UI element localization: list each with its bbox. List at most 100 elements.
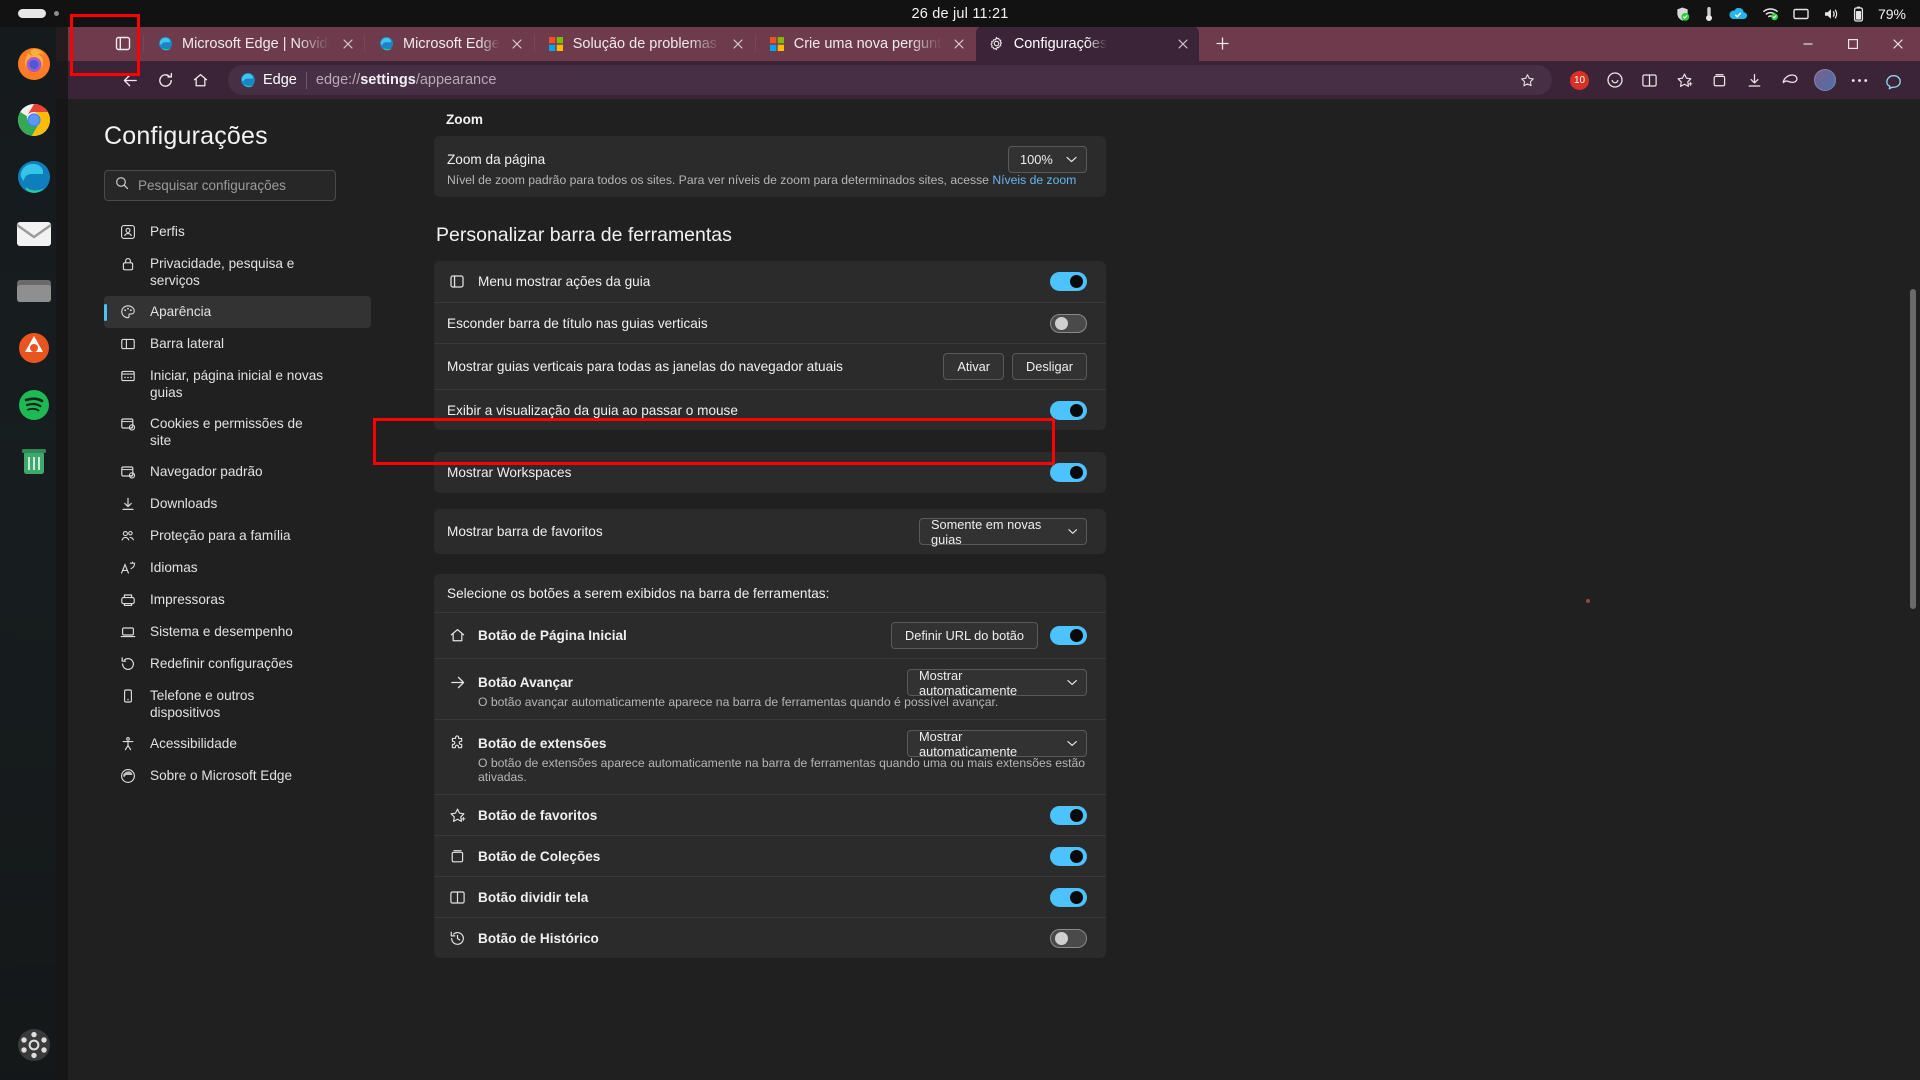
wifi-icon[interactable] <box>1762 6 1779 21</box>
workspaces-card: Mostrar Workspaces <box>434 452 1106 493</box>
browser-tab[interactable]: Microsoft Edge | Novidades <box>144 26 364 61</box>
close-icon[interactable] <box>1174 35 1191 52</box>
sidebar-item-navegador-padrao[interactable]: Navegador padrão <box>104 456 371 488</box>
tray-extra-icon[interactable] <box>1793 7 1809 21</box>
sidebar-item-label: Acessibilidade <box>150 736 237 751</box>
split-screen-icon[interactable] <box>1633 65 1666 96</box>
split-screen-icon <box>447 887 468 908</box>
zoom-section-heading: Zoom <box>446 112 483 127</box>
browser-essentials-icon[interactable] <box>1773 65 1806 96</box>
dock-item-files[interactable] <box>12 269 56 313</box>
close-icon[interactable] <box>730 35 747 52</box>
scrollbar-thumb[interactable] <box>1910 289 1916 609</box>
system-clock[interactable]: 26 de jul 11:21 <box>911 6 1008 22</box>
thermometer-icon[interactable] <box>1704 6 1714 22</box>
gear-icon <box>989 36 1005 52</box>
toggle-favorites-button[interactable] <box>1050 805 1087 825</box>
sidebar-item-label: Navegador padrão <box>150 464 263 479</box>
sidebar-item-privacidade[interactable]: Privacidade, pesquisa e serviços <box>104 248 371 296</box>
collections-icon[interactable] <box>1703 65 1736 96</box>
sidebar-item-perfis[interactable]: Perfis <box>104 216 371 248</box>
battery-icon[interactable] <box>1853 6 1864 22</box>
dock-item-spotify[interactable] <box>12 383 56 427</box>
sidebar-item-redefinir-configuracoes[interactable]: Redefinir configurações <box>104 648 371 680</box>
toggle-show-workspaces[interactable] <box>1050 463 1087 482</box>
shield-check-icon[interactable] <box>1675 6 1690 22</box>
speaker-icon[interactable] <box>1823 7 1839 21</box>
browser-tab[interactable]: Solução de problemas - Su <box>535 26 755 61</box>
enable-vertical-tabs-button[interactable]: Ativar <box>943 353 1005 380</box>
content-scrollbar[interactable] <box>1908 99 1918 1080</box>
toggle-home-button[interactable] <box>1050 626 1087 645</box>
profile-avatar[interactable] <box>1808 65 1841 96</box>
tab-title: Crie uma nova pergunta o <box>793 35 942 52</box>
row-home-button: Botão de Página Inicial Definir URL do b… <box>434 612 1106 658</box>
row-vertical-tabs-all-windows: Mostrar guias verticais para todas as ja… <box>434 343 1106 389</box>
dock-item-trash[interactable] <box>12 440 56 484</box>
more-icon[interactable] <box>1843 65 1876 96</box>
sidebar-item-aparencia[interactable]: Aparência <box>104 296 371 328</box>
tab-actions-button[interactable] <box>103 26 143 61</box>
forward-button-select[interactable]: Mostrar automaticamente <box>907 668 1087 698</box>
toggle-tab-hover-preview[interactable] <box>1050 400 1087 420</box>
onedrive-cloud-icon[interactable] <box>1728 7 1748 21</box>
browser-tab[interactable]: Microsoft Edge <box>365 26 534 61</box>
toggle-history-button[interactable] <box>1050 928 1087 948</box>
home-button[interactable] <box>184 65 217 96</box>
back-button[interactable] <box>114 65 147 96</box>
omnibox-brand: Edge <box>240 72 297 88</box>
minimize-button[interactable] <box>1785 26 1830 61</box>
new-tab-button[interactable] <box>1207 28 1237 58</box>
sidebar-item-barra-lateral[interactable]: Barra lateral <box>104 328 371 360</box>
extension-badge-icon[interactable]: 10 <box>1563 65 1596 96</box>
star-icon[interactable] <box>1514 67 1540 93</box>
favorites-icon[interactable] <box>1668 65 1701 96</box>
toggle-menu-tab-actions[interactable] <box>1050 272 1087 291</box>
tab-title: Microsoft Edge | Novidades <box>182 35 330 52</box>
sidebar-item-sobre-edge[interactable]: Sobre o Microsoft Edge <box>104 760 371 792</box>
dock-item-thunderbird[interactable] <box>12 212 56 256</box>
sidebar-item-impressoras[interactable]: Impressoras <box>104 584 371 616</box>
close-button[interactable] <box>1875 26 1920 61</box>
close-icon[interactable] <box>339 35 356 52</box>
sidebar-item-telefone-dispositivos[interactable]: Telefone e outros dispositivos <box>104 680 371 728</box>
sidebar-item-protecao-familia[interactable]: Proteção para a família <box>104 520 371 552</box>
disable-vertical-tabs-button[interactable]: Desligar <box>1012 353 1087 380</box>
dock-item-firefox[interactable] <box>12 41 56 85</box>
browser-tab-active[interactable]: Configurações <box>975 26 1200 61</box>
dock-item-ubuntu-software[interactable] <box>12 326 56 370</box>
copilot-icon[interactable] <box>1878 65 1908 95</box>
window-controls <box>1785 26 1920 61</box>
page-title: Configurações <box>104 122 268 150</box>
address-bar[interactable]: Edge edge://settings/appearance <box>228 65 1552 95</box>
close-icon[interactable] <box>951 35 968 52</box>
activities-button[interactable] <box>18 9 59 18</box>
zoom-level-select[interactable]: 100% <box>1008 145 1087 173</box>
downloads-icon[interactable] <box>1738 65 1771 96</box>
sidebar-item-sistema-desempenho[interactable]: Sistema e desempenho <box>104 616 371 648</box>
dock-item-edge[interactable] <box>12 155 56 199</box>
copilot-bubble-icon[interactable] <box>1598 65 1631 96</box>
sidebar-item-cookies[interactable]: Cookies e permissões de site <box>104 408 371 456</box>
toggle-collections-button[interactable] <box>1050 846 1087 866</box>
row-label: Botão de Coleções <box>478 848 601 864</box>
toggle-hide-title-bar[interactable] <box>1050 313 1087 333</box>
edge-icon <box>157 36 173 52</box>
zoom-levels-link[interactable]: Níveis de zoom <box>992 173 1076 187</box>
browser-tab[interactable]: Crie uma nova pergunta o <box>756 26 976 61</box>
toggle-split-screen-button[interactable] <box>1050 887 1087 907</box>
refresh-button[interactable] <box>149 65 182 96</box>
set-home-url-button[interactable]: Definir URL do botão <box>890 622 1038 649</box>
sidebar-item-acessibilidade[interactable]: Acessibilidade <box>104 728 371 760</box>
sidebar-item-iniciar-pagina-inicial[interactable]: Iniciar, página inicial e novas guias <box>104 360 371 408</box>
maximize-button[interactable] <box>1830 26 1875 61</box>
close-icon[interactable] <box>509 35 526 52</box>
battery-percent-label: 79% <box>1877 5 1906 22</box>
sidebar-item-idiomas[interactable]: Idiomas <box>104 552 371 584</box>
favorites-bar-select[interactable]: Somente em novas guias <box>919 517 1087 547</box>
dock-item-chrome[interactable] <box>12 98 56 142</box>
sidebar-item-downloads[interactable]: Downloads <box>104 488 371 520</box>
search-input[interactable]: Pesquisar configurações <box>104 170 336 201</box>
extensions-button-select[interactable]: Mostrar automaticamente <box>907 729 1087 759</box>
dock-show-apps[interactable] <box>0 1028 68 1062</box>
